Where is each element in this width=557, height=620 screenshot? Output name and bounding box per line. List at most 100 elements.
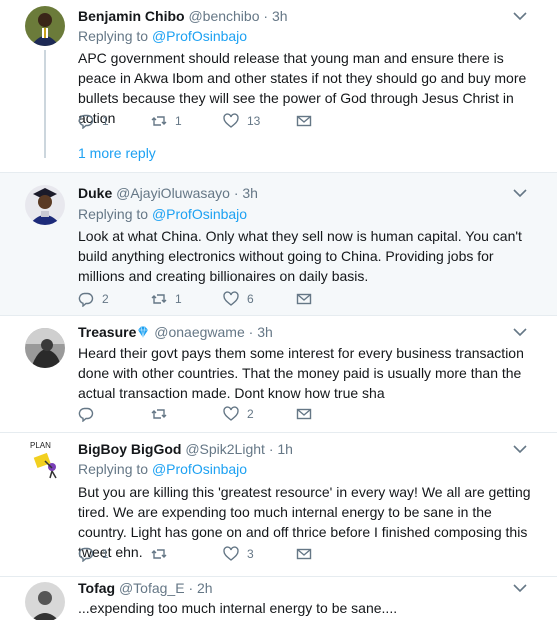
timestamp[interactable]: 3h bbox=[272, 8, 288, 24]
replying-to-link[interactable]: @ProfOsinbajo bbox=[152, 206, 247, 222]
thread-dots bbox=[44, 140, 46, 155]
tweet-actions: 2 1 6 bbox=[78, 291, 338, 309]
like-icon bbox=[223, 113, 239, 128]
chevron-down-icon[interactable] bbox=[513, 327, 527, 337]
separator-dot: · bbox=[188, 580, 194, 596]
retweet-count: 1 bbox=[175, 114, 182, 128]
like-icon bbox=[223, 406, 239, 421]
display-name[interactable]: BigBoy BigGod bbox=[78, 441, 181, 457]
avatar[interactable] bbox=[25, 582, 65, 620]
retweet-icon bbox=[151, 409, 167, 419]
reply-icon bbox=[78, 292, 94, 307]
like-icon bbox=[223, 546, 239, 561]
retweet-icon bbox=[151, 549, 167, 559]
display-name[interactable]: Treasure bbox=[78, 324, 136, 340]
replying-to: Replying to @ProfOsinbajo bbox=[78, 460, 247, 478]
like-button[interactable]: 2 bbox=[223, 406, 254, 422]
like-button[interactable]: 3 bbox=[223, 546, 254, 562]
avatar[interactable] bbox=[25, 185, 65, 225]
tweet-text: Heard their govt pays them some interest… bbox=[78, 345, 524, 401]
user-handle[interactable]: @onaegwame bbox=[154, 324, 245, 340]
tweet-text: ...expending too much internal energy to… bbox=[78, 600, 398, 616]
retweet-button[interactable] bbox=[151, 546, 175, 562]
display-name[interactable]: Benjamin Chibo bbox=[78, 8, 185, 24]
tweet-actions: 2 bbox=[78, 406, 338, 424]
display-name[interactable]: Duke bbox=[78, 185, 112, 201]
separator-dot: · bbox=[248, 324, 254, 340]
like-button[interactable]: 13 bbox=[223, 113, 260, 129]
reply-count: 2 bbox=[102, 292, 109, 306]
tweet-header: Tofag @Tofag_E · 2h bbox=[78, 579, 213, 597]
tweet-treasure[interactable]: Treasure @onaegwame · 3h Heard their gov… bbox=[0, 315, 557, 432]
timestamp[interactable]: 3h bbox=[242, 185, 258, 201]
like-count: 3 bbox=[247, 547, 254, 561]
direct-message-button[interactable] bbox=[296, 291, 312, 307]
timestamp[interactable]: 1h bbox=[277, 441, 293, 457]
message-icon bbox=[296, 408, 312, 420]
display-name[interactable]: Tofag bbox=[78, 580, 115, 596]
tweet-benjamin-chibo[interactable]: Benjamin Chibo @benchibo · 3h Replying t… bbox=[0, 0, 557, 172]
avatar-text: PLAN bbox=[30, 441, 51, 450]
chevron-down-icon[interactable] bbox=[513, 11, 527, 21]
like-count: 6 bbox=[247, 292, 254, 306]
message-icon bbox=[296, 548, 312, 560]
separator-dot: · bbox=[268, 441, 274, 457]
user-handle[interactable]: @benchibo bbox=[188, 8, 259, 24]
chevron-down-icon[interactable] bbox=[513, 444, 527, 454]
timestamp[interactable]: 2h bbox=[197, 580, 213, 596]
like-count: 2 bbox=[247, 407, 254, 421]
retweet-button[interactable] bbox=[151, 406, 175, 422]
tweet-header: Benjamin Chibo @benchibo · 3h bbox=[78, 7, 288, 25]
message-icon bbox=[296, 293, 312, 305]
retweet-icon bbox=[151, 294, 167, 304]
reply-count: 1 bbox=[102, 114, 109, 128]
reply-button[interactable]: 1 bbox=[78, 113, 109, 129]
reply-button[interactable]: 2 bbox=[78, 291, 109, 307]
direct-message-button[interactable] bbox=[296, 406, 312, 422]
replying-label: Replying to bbox=[78, 28, 149, 44]
reply-icon bbox=[78, 114, 94, 129]
tweet-actions: 1 1 13 bbox=[78, 113, 338, 131]
message-icon bbox=[296, 115, 312, 127]
separator-dot: · bbox=[263, 8, 269, 24]
reply-button[interactable] bbox=[78, 406, 102, 422]
tweet-actions: 1 3 bbox=[78, 546, 338, 564]
like-button[interactable]: 6 bbox=[223, 291, 254, 307]
retweet-icon bbox=[151, 116, 167, 126]
reply-icon bbox=[78, 407, 94, 422]
avatar[interactable] bbox=[25, 328, 65, 368]
avatar[interactable] bbox=[25, 6, 65, 46]
tweet-duke[interactable]: Duke @AjayiOluwasayo · 3h Replying to @P… bbox=[0, 172, 557, 315]
avatar[interactable]: PLAN bbox=[25, 439, 65, 479]
retweet-count: 1 bbox=[175, 292, 182, 306]
tweet-bigboy-biggod[interactable]: PLAN BigBoy BigGod @Spik2Light · 1h Repl… bbox=[0, 432, 557, 576]
chevron-down-icon[interactable] bbox=[513, 188, 527, 198]
replying-to: Replying to @ProfOsinbajo bbox=[78, 205, 247, 223]
retweet-button[interactable]: 1 bbox=[151, 113, 182, 129]
user-handle[interactable]: @Tofag_E bbox=[119, 580, 185, 596]
tweet-header: Treasure @onaegwame · 3h bbox=[78, 323, 273, 341]
replying-to: Replying to @ProfOsinbajo bbox=[78, 27, 247, 45]
replying-label: Replying to bbox=[78, 461, 149, 477]
replying-to-link[interactable]: @ProfOsinbajo bbox=[152, 461, 247, 477]
show-more-replies-link[interactable]: 1 more reply bbox=[78, 145, 156, 161]
reply-count: 1 bbox=[102, 547, 109, 561]
direct-message-button[interactable] bbox=[296, 113, 312, 129]
replying-to-link[interactable]: @ProfOsinbajo bbox=[152, 28, 247, 44]
tweet-tofag[interactable]: Tofag @Tofag_E · 2h ...expending too muc… bbox=[0, 576, 557, 620]
replying-label: Replying to bbox=[78, 206, 149, 222]
tweet-header: BigBoy BigGod @Spik2Light · 1h bbox=[78, 440, 293, 458]
chevron-down-icon[interactable] bbox=[513, 583, 527, 593]
separator-dot: · bbox=[233, 185, 239, 201]
verified-badge-icon bbox=[138, 326, 149, 338]
timestamp[interactable]: 3h bbox=[257, 324, 273, 340]
retweet-button[interactable]: 1 bbox=[151, 291, 182, 307]
tweet-header: Duke @AjayiOluwasayo · 3h bbox=[78, 184, 258, 202]
user-handle[interactable]: @Spik2Light bbox=[185, 441, 265, 457]
user-handle[interactable]: @AjayiOluwasayo bbox=[116, 185, 230, 201]
like-count: 13 bbox=[247, 114, 261, 128]
direct-message-button[interactable] bbox=[296, 546, 312, 562]
reply-button[interactable]: 1 bbox=[78, 546, 109, 562]
like-icon bbox=[223, 291, 239, 306]
reply-icon bbox=[78, 547, 94, 562]
